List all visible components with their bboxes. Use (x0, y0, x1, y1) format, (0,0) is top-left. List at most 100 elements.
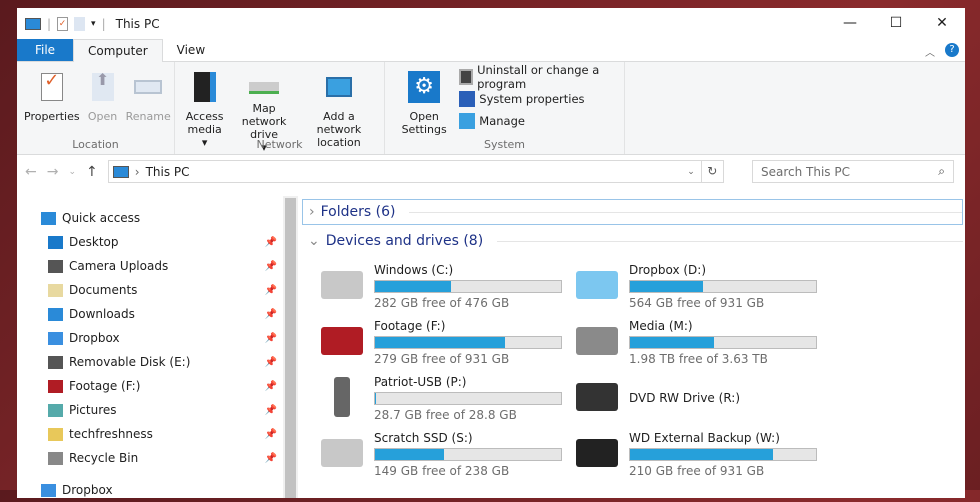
uninstall-program-button[interactable]: Uninstall or change a program (459, 63, 620, 91)
drive-item[interactable]: WD External Backup (W:) 210 GB free of 93… (573, 429, 828, 485)
chevron-right-icon: › (309, 204, 315, 220)
sidebar-item-label: Footage (F:) (69, 379, 141, 393)
up-button[interactable]: ↑ (86, 164, 98, 180)
refresh-button[interactable]: ↻ (700, 161, 723, 182)
address-row: ← → ⌄ ↑ › This PC ⌄ ↻ Search This PC ⌕ (17, 155, 965, 188)
sidebar-item[interactable]: Recycle Bin 📌 (17, 446, 283, 470)
sidebar-item[interactable]: Footage (F:) 📌 (17, 374, 283, 398)
pin-icon[interactable]: 📌 (265, 285, 277, 296)
address-bar[interactable]: › This PC ⌄ ↻ (107, 160, 724, 183)
external-drive-icon (576, 439, 618, 467)
drive-usage-bar (629, 336, 817, 349)
network-group: Access media ▾ Map network drive ▾ Add a… (175, 62, 385, 154)
sidebar-item-label: Quick access (62, 211, 141, 225)
pin-icon[interactable]: 📌 (265, 429, 277, 440)
ribbon-tabs: File Computer View ︿ ? (17, 39, 965, 62)
pin-icon[interactable]: 📌 (265, 309, 277, 320)
pin-icon[interactable]: 📌 (265, 405, 277, 416)
drive-name: Windows (C:) (374, 263, 454, 277)
maximize-button[interactable]: ☐ (873, 8, 919, 38)
pin-icon[interactable]: 📌 (265, 453, 277, 464)
drive-name: Dropbox (D:) (629, 263, 707, 277)
pin-icon[interactable]: 📌 (265, 381, 277, 392)
system-properties-button[interactable]: System properties (459, 90, 620, 108)
sidebar-item-label: techfreshness (69, 427, 153, 441)
sidebar-item-label: Downloads (69, 307, 135, 321)
group-label: Location (72, 138, 119, 151)
drive-item[interactable]: Dropbox (D:) 564 GB free of 931 GB (573, 261, 828, 317)
drive-free-space: 1.98 TB free of 3.63 TB (629, 352, 768, 366)
explorer-window: | ✓ ▾ | This PC — ☐ ✕ File Computer View… (17, 8, 965, 498)
pin-icon[interactable]: 📌 (265, 261, 277, 272)
tab-computer[interactable]: Computer (73, 39, 163, 62)
tab-file[interactable]: File (17, 39, 73, 61)
sidebar-item-label: Desktop (69, 235, 119, 249)
tab-view[interactable]: View (163, 39, 219, 61)
sidebar-item[interactable]: Quick access (17, 206, 283, 230)
drive-free-space: 149 GB free of 238 GB (374, 464, 510, 478)
drive-item[interactable]: Footage (F:) 279 GB free of 931 GB (318, 317, 573, 373)
folder-icon (48, 427, 63, 441)
folder-icon (48, 331, 63, 345)
sidebar-item[interactable]: Dropbox 📌 (17, 326, 283, 350)
search-icon: ⌕ (938, 164, 945, 178)
properties-qat-icon[interactable]: ✓ (57, 17, 69, 31)
sidebar-item[interactable]: Documents 📌 (17, 278, 283, 302)
minimize-button[interactable]: — (827, 8, 873, 38)
window-title: This PC (115, 17, 160, 31)
hard-drive-icon (321, 439, 363, 467)
recent-dropdown[interactable]: ⌄ (68, 167, 76, 177)
drive-item[interactable]: Windows (C:) 282 GB free of 476 GB (318, 261, 573, 317)
sidebar-item[interactable]: Downloads 📌 (17, 302, 283, 326)
folder-icon (48, 283, 63, 297)
close-button[interactable]: ✕ (919, 8, 965, 38)
collapse-ribbon-icon[interactable]: ︿ (925, 44, 935, 59)
drive-item[interactable]: Media (M:) 1.98 TB free of 3.63 TB (573, 317, 828, 373)
breadcrumb-this-pc[interactable]: This PC (146, 165, 190, 179)
devices-section-header[interactable]: ⌄ Devices and drives (8) (302, 229, 963, 253)
pin-icon[interactable]: 📌 (265, 237, 277, 248)
open-icon: ⬆ (91, 72, 114, 101)
location-group: ✓ Properties ⬆ Open Rename Location (17, 62, 175, 154)
drive-item[interactable]: Scratch SSD (S:) 149 GB free of 238 GB (318, 429, 573, 485)
folder-icon (48, 451, 63, 465)
folder-icon (48, 307, 63, 321)
navigation-pane: Quick access Desktop 📌 Camera Uploads 📌 Docum… (17, 196, 283, 498)
sidebar-item[interactable]: Dropbox (17, 478, 283, 502)
drive-free-space: 28.7 GB free of 28.8 GB (374, 408, 517, 422)
address-dropdown[interactable]: ⌄ (687, 167, 695, 177)
sidebar-item[interactable]: Pictures 📌 (17, 398, 283, 422)
sidebar-item[interactable]: Desktop 📌 (17, 230, 283, 254)
sidebar-item[interactable]: Removable Disk (E:) 📌 (17, 350, 283, 374)
manage-button[interactable]: Manage (459, 112, 620, 130)
dropbox-folder-icon (576, 271, 618, 299)
drive-name: WD External Backup (W:) (629, 431, 780, 445)
pin-icon[interactable]: 📌 (265, 333, 277, 344)
drive-free-space: 279 GB free of 931 GB (374, 352, 510, 366)
drive-usage-bar (374, 336, 562, 349)
qat-dropdown-icon[interactable]: ▾ (91, 19, 96, 29)
sidebar-scrollbar[interactable] (283, 196, 298, 498)
drive-item[interactable]: Patriot-USB (P:) 28.7 GB free of 28.8 GB (318, 373, 573, 429)
search-input[interactable]: Search This PC ⌕ (752, 160, 954, 183)
drive-item[interactable]: DVD RW Drive (R:) (573, 373, 828, 429)
breadcrumb-chevron-icon: › (134, 164, 140, 179)
drive-name: Media (M:) (629, 319, 693, 333)
uninstall-icon (459, 69, 474, 85)
drive-usage-bar (629, 280, 817, 293)
help-icon[interactable]: ? (945, 43, 959, 57)
sidebar-item[interactable]: Camera Uploads 📌 (17, 254, 283, 278)
folders-section-header[interactable]: › Folders (6) (302, 199, 963, 225)
back-button[interactable]: ← (25, 164, 37, 180)
quick-access-star-icon (41, 483, 56, 497)
drive-usage-bar (374, 448, 562, 461)
pin-icon[interactable]: 📌 (265, 357, 277, 368)
drive-usage-bar (629, 448, 817, 461)
folder-icon (48, 235, 63, 249)
drive-name: DVD RW Drive (R:) (629, 391, 741, 405)
new-folder-qat-icon[interactable] (74, 17, 86, 31)
sidebar-item-label: Camera Uploads (69, 259, 169, 273)
sidebar-item[interactable]: techfreshness 📌 (17, 422, 283, 446)
computer-icon (112, 165, 129, 178)
forward-button[interactable]: → (47, 164, 59, 180)
